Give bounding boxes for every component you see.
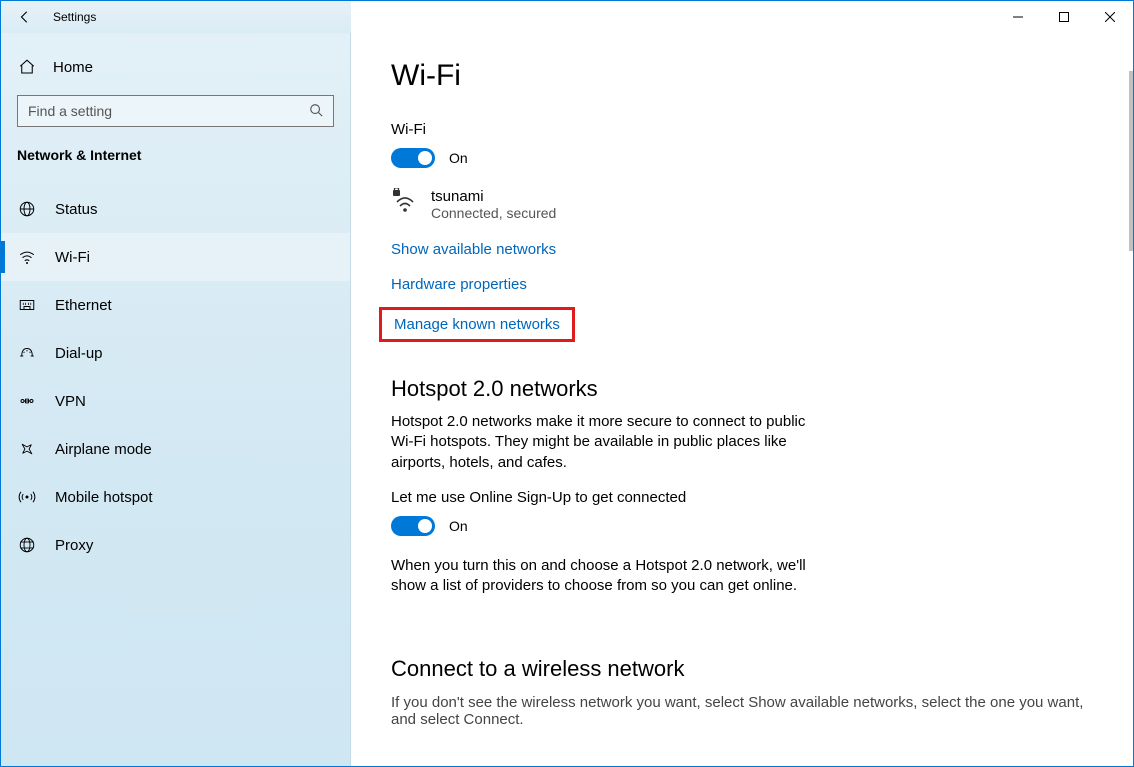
hotspot-icon: [17, 488, 37, 506]
sidebar-item-label: VPN: [55, 393, 86, 410]
maximize-button[interactable]: [1041, 1, 1087, 33]
page-title: Wi-Fi: [391, 59, 1093, 93]
wifi-toggle-state: On: [449, 150, 468, 166]
highlight-box: Manage known networks: [379, 307, 575, 342]
scrollbar[interactable]: [1129, 71, 1133, 251]
hotspot-heading: Hotspot 2.0 networks: [391, 376, 1093, 402]
hotspot-description: Hotspot 2.0 networks make it more secure…: [391, 412, 831, 473]
hotspot-explain: When you turn this on and choose a Hotsp…: [391, 556, 831, 597]
vpn-icon: [17, 392, 37, 410]
sidebar-item-status[interactable]: Status: [1, 185, 350, 233]
main-panel: Wi-Fi Wi-Fi On tsunami Connected,: [351, 33, 1133, 766]
window-title: Settings: [41, 10, 96, 24]
connect-heading: Connect to a wireless network: [391, 656, 1093, 682]
sidebar: Home Find a setting Network & Internet S…: [1, 33, 351, 766]
dialup-icon: [17, 344, 37, 362]
titlebar: Settings: [1, 1, 1133, 33]
minimize-button[interactable]: [995, 1, 1041, 33]
airplane-icon: [17, 440, 37, 458]
current-network-ssid: tsunami: [431, 188, 556, 205]
sidebar-nav: Status Wi-Fi Ethernet: [1, 185, 350, 569]
sidebar-item-label: Mobile hotspot: [55, 489, 153, 506]
sidebar-item-ethernet[interactable]: Ethernet: [1, 281, 350, 329]
sidebar-item-airplane[interactable]: Airplane mode: [1, 425, 350, 473]
current-network-status: Connected, secured: [431, 205, 556, 221]
sidebar-category: Network & Internet: [1, 141, 350, 173]
sidebar-item-proxy[interactable]: Proxy: [1, 521, 350, 569]
search-icon: [309, 103, 323, 120]
search-input[interactable]: Find a setting: [17, 95, 334, 127]
current-network[interactable]: tsunami Connected, secured: [391, 188, 1093, 221]
wifi-section-label: Wi-Fi: [391, 121, 1093, 138]
online-signup-label: Let me use Online Sign-Up to get connect…: [391, 489, 1093, 506]
wifi-icon: [17, 248, 37, 266]
search-placeholder: Find a setting: [28, 103, 112, 119]
close-button[interactable]: [1087, 1, 1133, 33]
proxy-icon: [17, 536, 37, 554]
sidebar-item-hotspot[interactable]: Mobile hotspot: [1, 473, 350, 521]
sidebar-item-label: Proxy: [55, 537, 93, 554]
wifi-secured-icon: [391, 188, 415, 212]
link-hardware-properties[interactable]: Hardware properties: [391, 276, 527, 293]
sidebar-item-label: Ethernet: [55, 297, 112, 314]
sidebar-item-vpn[interactable]: VPN: [1, 377, 350, 425]
online-signup-toggle[interactable]: [391, 516, 435, 536]
wifi-toggle[interactable]: [391, 148, 435, 168]
connect-hint: If you don't see the wireless network yo…: [391, 694, 1093, 728]
sidebar-item-label: Airplane mode: [55, 441, 152, 458]
sidebar-item-label: Dial-up: [55, 345, 103, 362]
link-manage-known-networks[interactable]: Manage known networks: [394, 316, 560, 333]
ethernet-icon: [17, 296, 37, 314]
sidebar-home-label: Home: [53, 59, 93, 76]
home-icon: [17, 58, 37, 76]
globe-icon: [17, 200, 37, 218]
sidebar-item-label: Wi-Fi: [55, 249, 90, 266]
sidebar-home[interactable]: Home: [1, 45, 350, 89]
sidebar-item-dialup[interactable]: Dial-up: [1, 329, 350, 377]
sidebar-item-wifi[interactable]: Wi-Fi: [1, 233, 350, 281]
back-button[interactable]: [9, 1, 41, 33]
online-signup-state: On: [449, 518, 468, 534]
link-show-available-networks[interactable]: Show available networks: [391, 241, 556, 258]
sidebar-item-label: Status: [55, 201, 98, 218]
